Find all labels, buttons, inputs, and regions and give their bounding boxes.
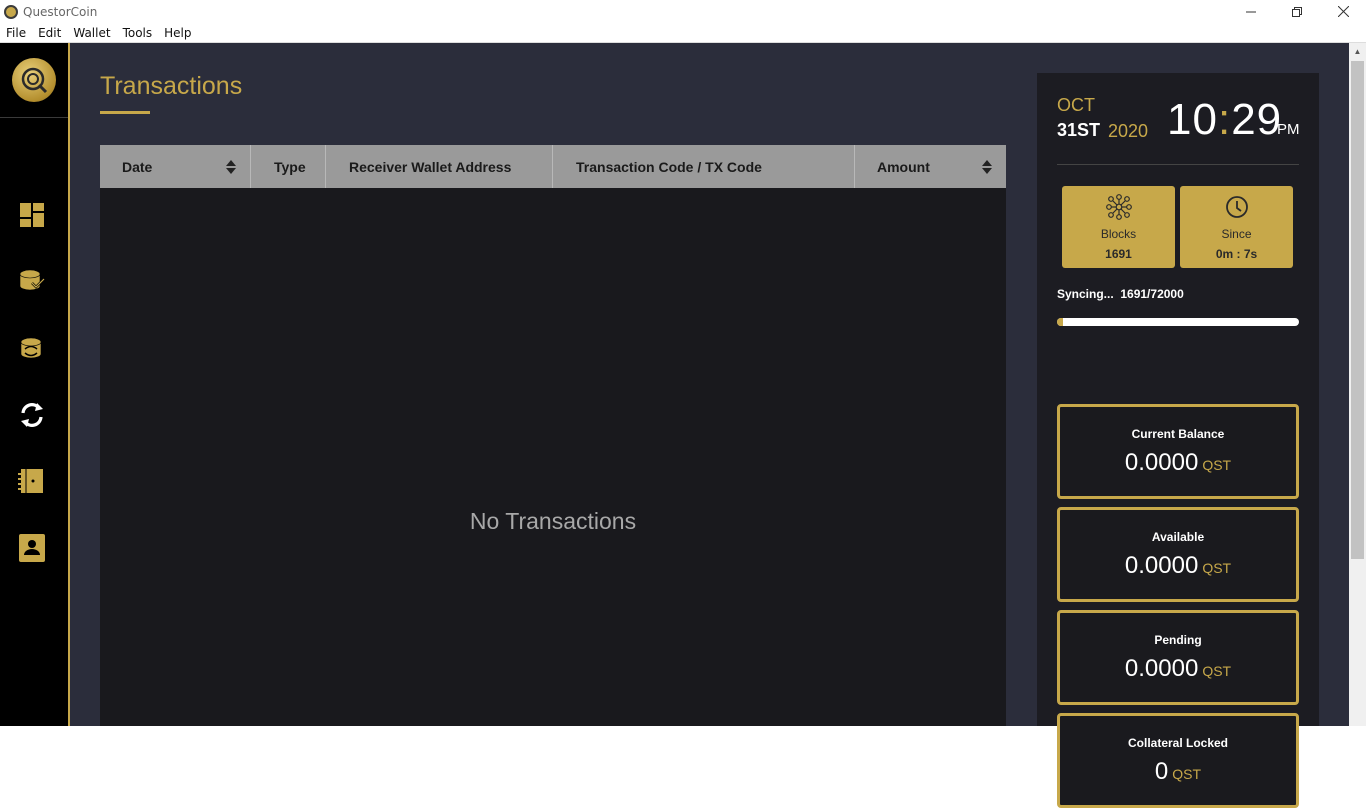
column-label: Type (274, 158, 306, 175)
logo-area (0, 43, 68, 118)
date-year: 2020 (1108, 121, 1149, 141)
sync-value: 1691/72000 (1120, 287, 1184, 301)
title-underline (100, 111, 150, 114)
close-button[interactable] (1320, 0, 1366, 23)
nav-send[interactable] (17, 266, 47, 296)
nav-receive[interactable] (17, 333, 47, 363)
since-value: 0m : 7s (1215, 247, 1258, 261)
restore-button[interactable] (1274, 0, 1320, 23)
balance-unit: QST (1202, 457, 1232, 473)
page-title: Transactions (100, 72, 243, 100)
nav-dashboard[interactable] (17, 200, 47, 230)
balance-unit: QST (1172, 766, 1202, 782)
column-header-date[interactable]: Date (100, 145, 251, 188)
clock-ampm: PM (1277, 121, 1300, 138)
minimize-button[interactable] (1228, 0, 1274, 23)
address-book-icon (19, 534, 45, 562)
sort-icon (982, 160, 992, 174)
balance-value: 0.0000 QST (1060, 449, 1296, 477)
blocks-value: 1691 (1105, 247, 1132, 261)
sort-icon (226, 160, 236, 174)
menu-help[interactable]: Help (158, 26, 197, 40)
brand-logo[interactable] (12, 58, 56, 102)
sync-label: Syncing... (1057, 287, 1114, 301)
menu-file[interactable]: File (0, 26, 32, 40)
receive-coins-icon (20, 337, 42, 359)
blocks-label: Blocks (1100, 227, 1137, 241)
balance-value: 0 QST (1060, 758, 1296, 786)
menu-wallet[interactable]: Wallet (67, 26, 116, 40)
clock-hour: 10 (1167, 95, 1218, 144)
date-day: 31ST (1057, 120, 1101, 140)
sync-progress-fill (1057, 318, 1063, 326)
balance-amount: 0.0000 (1124, 552, 1199, 579)
balance-unit: QST (1202, 560, 1232, 576)
clock-icon (1225, 196, 1248, 218)
main-content: Transactions Date Type Receiver Wallet A… (70, 43, 1037, 726)
column-header-tx-code[interactable]: Transaction Code / TX Code (553, 145, 855, 188)
since-label: Since (1221, 227, 1252, 241)
menu-edit[interactable]: Edit (32, 26, 67, 40)
info-panel: OCT 31ST 2020 10:29 PM Blocks 1691 Since… (1037, 73, 1319, 808)
collateral-locked-card: Collateral Locked 0 QST (1057, 713, 1299, 808)
column-label: Amount (877, 158, 930, 175)
column-label: Receiver Wallet Address (349, 158, 512, 175)
current-balance-card: Current Balance 0.0000 QST (1057, 404, 1299, 499)
column-header-amount[interactable]: Amount (855, 145, 1006, 188)
blocks-card: Blocks 1691 (1062, 186, 1175, 268)
clock-time: 10:29 (1167, 95, 1283, 144)
since-card: Since 0m : 7s (1180, 186, 1293, 268)
brand-logo-icon (21, 67, 48, 94)
vertical-scrollbar[interactable]: ▲ (1349, 43, 1366, 726)
transactions-table: Date Type Receiver Wallet Address Transa… (100, 145, 1006, 726)
close-icon (1337, 6, 1349, 17)
scrollbar-thumb[interactable] (1351, 61, 1364, 559)
dashboard-icon (20, 203, 44, 227)
send-coins-icon (19, 269, 45, 291)
minimize-icon (1246, 11, 1256, 12)
balance-amount: 0.0000 (1124, 449, 1199, 476)
masternodes-icon (18, 469, 43, 493)
restore-icon (1292, 6, 1302, 17)
transactions-icon (21, 403, 43, 427)
balance-amount: 0 (1154, 758, 1169, 785)
balance-unit: QST (1202, 663, 1232, 679)
menu-tools[interactable]: Tools (117, 26, 159, 40)
date-month: OCT (1057, 95, 1095, 115)
column-header-receiver-address[interactable]: Receiver Wallet Address (326, 145, 553, 188)
balance-value: 0.0000 QST (1060, 552, 1296, 580)
window-title: QuestorCoin (23, 4, 98, 19)
pending-balance-card: Pending 0.0000 QST (1057, 610, 1299, 705)
balance-label: Collateral Locked (1127, 736, 1229, 750)
column-label: Date (122, 158, 153, 175)
nav-masternodes[interactable] (17, 466, 47, 496)
blocks-network-icon (1105, 194, 1132, 220)
balance-value: 0.0000 QST (1060, 655, 1296, 683)
clock-minute: 29 (1231, 95, 1283, 144)
column-header-type[interactable]: Type (251, 145, 326, 188)
empty-state-message: No Transactions (469, 508, 637, 534)
sync-status: Syncing... 1691/72000 (1057, 287, 1184, 301)
divider (1057, 164, 1299, 165)
balance-amount: 0.0000 (1124, 655, 1199, 682)
sync-progress-bar (1057, 318, 1299, 326)
app-body: Transactions Date Type Receiver Wallet A… (0, 43, 1366, 808)
balance-label: Current Balance (1131, 427, 1225, 441)
title-bar: QuestorCoin (0, 0, 1366, 23)
menu-bar: File Edit Wallet Tools Help (0, 23, 1366, 43)
table-header: Date Type Receiver Wallet Address Transa… (100, 145, 1006, 188)
balance-label: Available (1151, 530, 1205, 544)
column-label: Transaction Code / TX Code (576, 158, 762, 175)
sidebar (0, 43, 70, 726)
app-logo-icon (4, 4, 18, 19)
available-balance-card: Available 0.0000 QST (1057, 507, 1299, 602)
balance-label: Pending (1154, 633, 1202, 647)
scroll-up-arrow-icon[interactable]: ▲ (1349, 43, 1366, 60)
nav-address-book[interactable] (17, 533, 47, 563)
nav-transactions[interactable] (17, 400, 47, 430)
